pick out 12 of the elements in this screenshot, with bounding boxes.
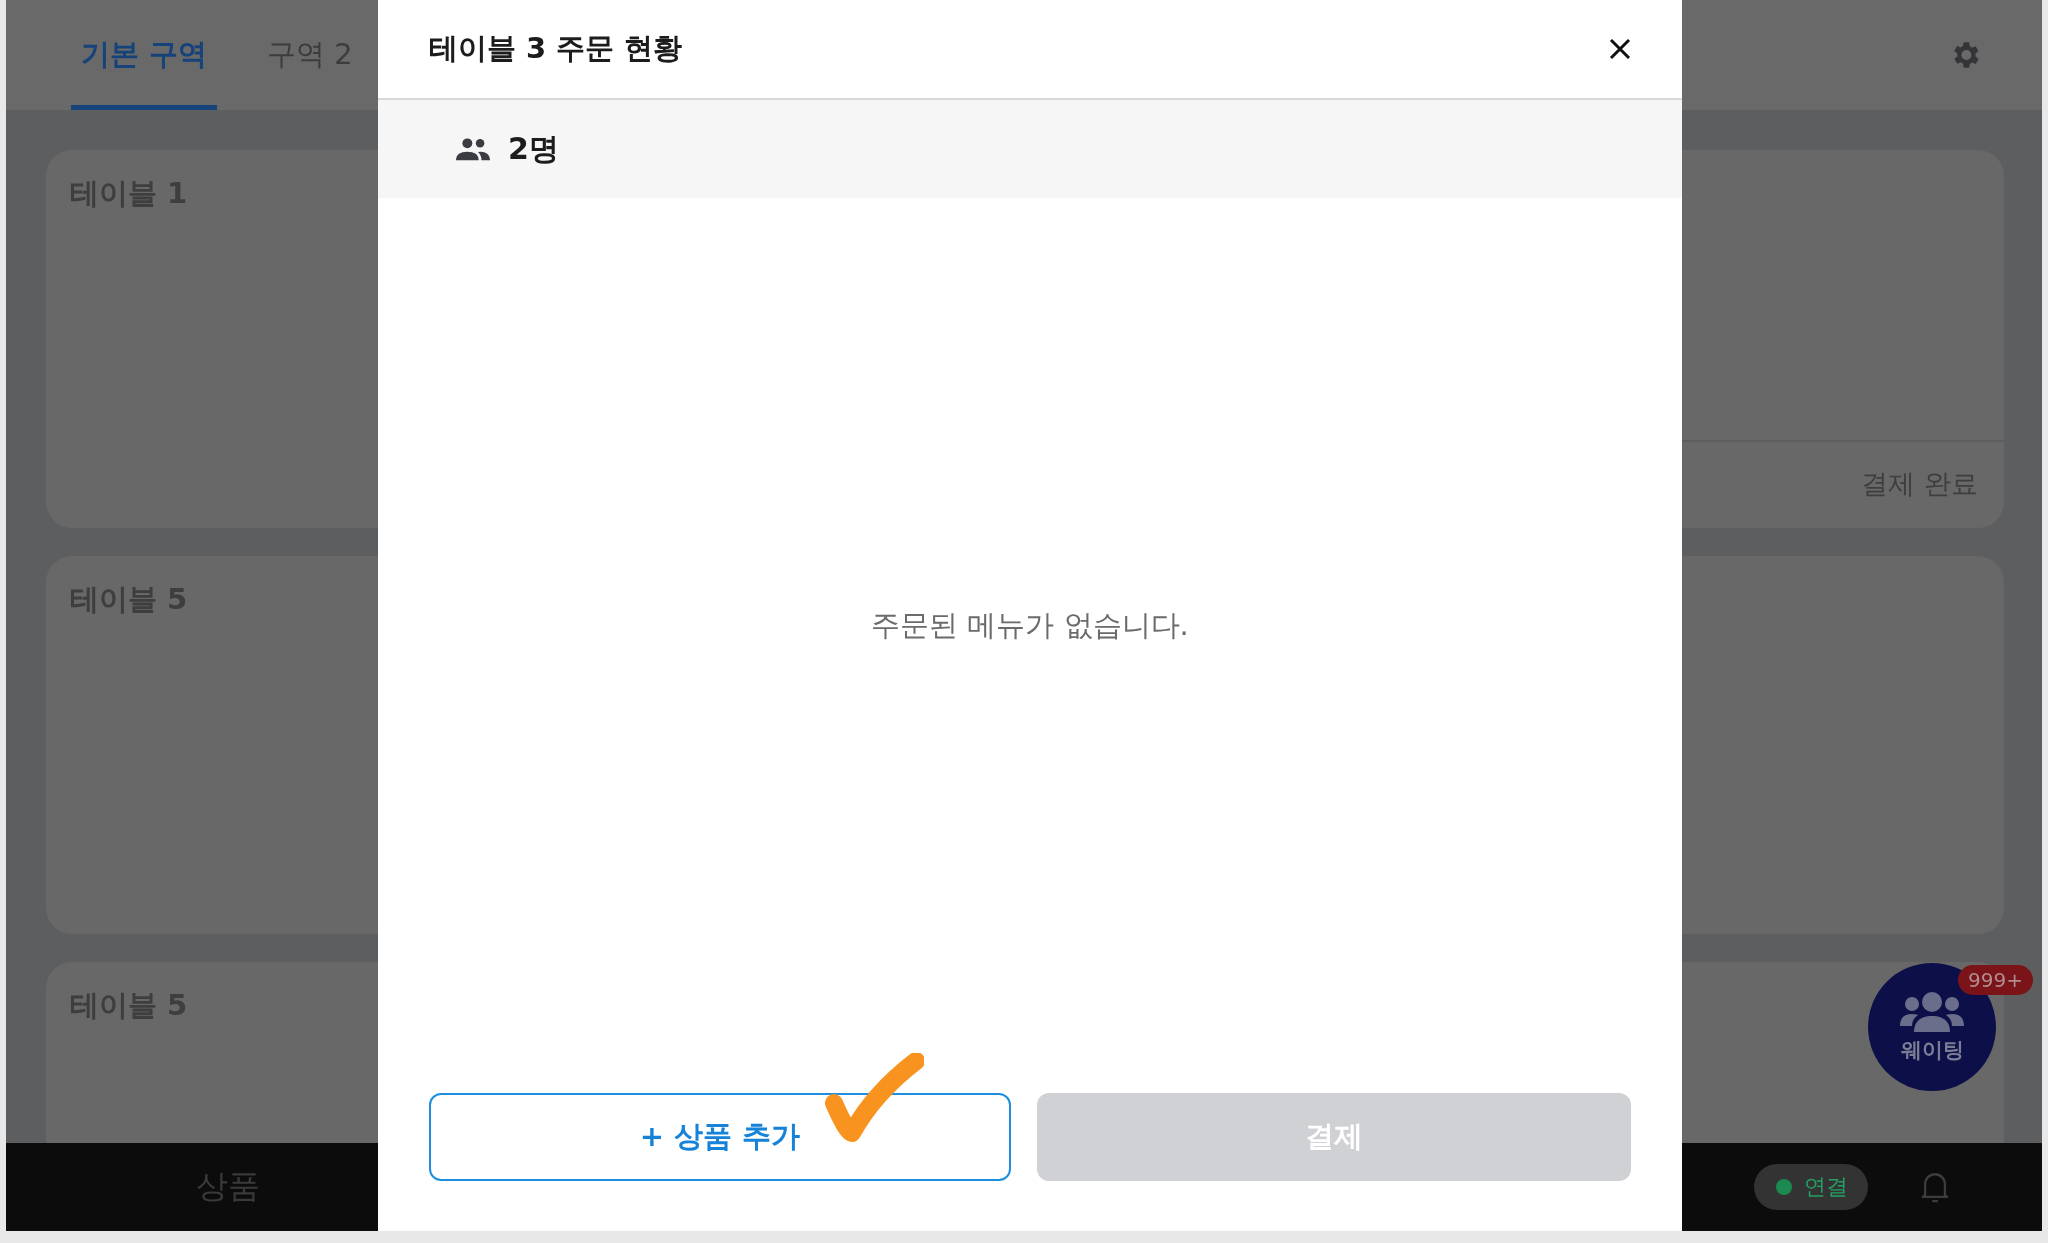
zone-tab[interactable]: 기본 구역 <box>71 35 218 110</box>
dialog-title: 테이블 3 주문 현황 <box>429 30 683 67</box>
people-icon <box>456 137 490 161</box>
check-mark-icon <box>824 1053 924 1143</box>
empty-message: 주문된 메뉴가 없습니다. <box>871 606 1189 644</box>
count-badge: 999+ <box>1958 965 2033 995</box>
connection-label: 연결 <box>1804 1173 1848 1201</box>
people-icon <box>1900 990 1964 1032</box>
add-product-button[interactable]: + 상품 추가 <box>429 1093 1011 1181</box>
status-dot <box>1776 1179 1792 1195</box>
close-icon[interactable] <box>1608 37 1632 61</box>
guest-count: 2명 <box>508 129 559 168</box>
